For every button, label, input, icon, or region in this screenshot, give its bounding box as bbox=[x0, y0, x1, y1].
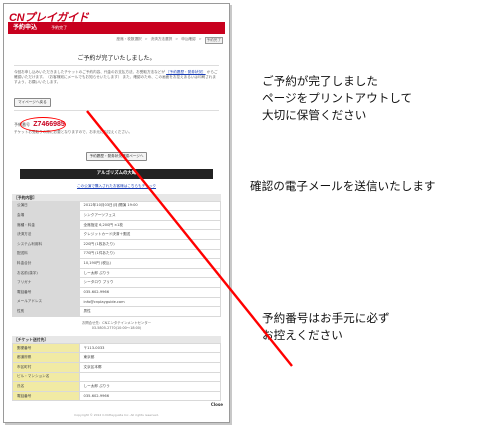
booking-row-key: 料金合計 bbox=[12, 258, 80, 269]
delivery-row: 郵便番号 〒113-0033 bbox=[12, 342, 222, 354]
annotation-line: 予約番号はお手元に必ず bbox=[262, 311, 390, 325]
annotation-print-instruction: ご予約が完了しました ページをプリントアウトして 大切に保管ください bbox=[262, 73, 412, 124]
page-title: 予約申込 bbox=[13, 24, 38, 31]
annotation-line: 大切に保管ください bbox=[262, 108, 367, 122]
delivery-row: 電話番号 035-602-9966 bbox=[12, 390, 222, 402]
step-seat: 座席・枚数選択 bbox=[116, 37, 142, 41]
event-title-bar: アルゴリズムの大晦 bbox=[20, 168, 213, 179]
delivery-row-value: 東京都 bbox=[78, 352, 222, 363]
annotation-line: 確認の電子メールを送信いたします bbox=[250, 179, 436, 193]
booking-row-value: 全席指定 6,200円 ×1枚 bbox=[78, 219, 222, 231]
booking-row-key: 席種・料金 bbox=[12, 219, 80, 231]
step-complete-current: 予約完了 bbox=[204, 37, 223, 44]
delivery-section-label: ［チケット送付先］ bbox=[12, 335, 221, 343]
delivery-row-value: 文京区本郷 bbox=[78, 361, 222, 373]
divider bbox=[14, 109, 219, 111]
annotation-line: ご予約が完了しました bbox=[262, 74, 378, 88]
intro-text-1: 今回お申し込みいただきましたチケットのご予約内容、代金のお支払方法、お受取方法な… bbox=[14, 70, 165, 74]
booking-row-key: 決済方法 bbox=[12, 229, 80, 240]
booking-row: フリガナ シータロウ プリウ bbox=[12, 277, 222, 288]
booking-row-value: info@cnplayguide.com bbox=[78, 296, 222, 308]
booking-row-value: 男性 bbox=[78, 306, 222, 317]
booking-row-key: メールアドレス bbox=[12, 296, 80, 308]
booking-row-key: フリガナ bbox=[12, 277, 80, 288]
booking-row-key: 性別 bbox=[12, 306, 80, 317]
step-breadcrumb: 座席・枚数選択 > 決済方法選択 > 申込確認 > 予約完了 bbox=[4, 34, 229, 44]
booking-row-value: 035-602-9966 bbox=[78, 286, 222, 298]
step-confirm: 申込確認 bbox=[181, 37, 196, 41]
delivery-row-value: 〒113-0033 bbox=[78, 342, 222, 354]
history-page-button[interactable]: 予約履歴・発券状況確認ページへ bbox=[85, 151, 148, 161]
delivery-details-table: 郵便番号 〒113-0033 都道府県 東京都 市区町村 文京区本郷 ビル・マンション名 氏名… bbox=[12, 342, 222, 402]
booking-section-label: ［予約内容］ bbox=[12, 193, 221, 201]
delivery-row: ビル・マンション名 bbox=[12, 371, 222, 383]
step-payment: 決済方法選択 bbox=[150, 37, 173, 41]
reservation-highlight-ellipse bbox=[20, 116, 66, 132]
intro-text: 今回お申し込みいただきましたチケットのご予約内容、代金のお支払方法、お受取方法な… bbox=[14, 70, 219, 86]
contact-info: お問合せ先：CNエンタテインメントセンター 03-5805-2770(10:00… bbox=[4, 321, 229, 331]
booking-row: 会場 シンクアーツフェス bbox=[12, 210, 222, 221]
delivery-row-key: 郵便番号 bbox=[12, 342, 80, 354]
annotation-email-notice: 確認の電子メールを送信いたします bbox=[250, 178, 436, 195]
booking-row-value: 2012年10月03日(月)開演 19:00 bbox=[78, 200, 222, 212]
header-logo-bar: CNプレイガイド bbox=[4, 4, 229, 24]
booking-row: メールアドレス info@cnplayguide.com bbox=[12, 296, 222, 308]
annotation-line: お控えください bbox=[262, 328, 343, 342]
related-events-link[interactable]: この公演で購入されたお客様はこちらもチェック bbox=[4, 184, 229, 189]
page-subtitle: 予約完了 bbox=[51, 25, 68, 30]
reservation-number-block: 予約番号 Z7466985 チケットお受取りの際に必要となりますので、お手元にお… bbox=[14, 116, 219, 161]
booking-details-table: 公演日 2012年10月03日(月)開演 19:00 会場 シンクアーツフェス 席種・料… bbox=[12, 200, 222, 317]
page-title-bar: 予約申込 予約完了 bbox=[8, 22, 225, 34]
booking-row-key: 電話番号 bbox=[12, 286, 80, 298]
delivery-row-value: 035-602-9966 bbox=[78, 390, 222, 402]
booking-row-key: お名前(漢字) bbox=[12, 267, 80, 279]
booking-row-key: システム利用料 bbox=[12, 239, 80, 250]
completion-heading: ご予約が完了いたしました。 bbox=[77, 55, 156, 62]
annotation-reservation-number: 予約番号はお手元に必ず お控えください bbox=[262, 310, 390, 344]
booking-row-value: クレジットカード決済＋郵送 bbox=[78, 229, 222, 240]
booking-row-value: シータロウ プリウ bbox=[78, 277, 222, 288]
booking-row: 電話番号 035-602-9966 bbox=[12, 286, 222, 298]
booking-row-key: 配送料 bbox=[12, 248, 80, 260]
booking-row: お名前(漢字) しー太郎 ぷりう bbox=[12, 267, 222, 279]
step-separator: > bbox=[144, 37, 148, 41]
booking-row: 料金合計 10,190円 (税込) bbox=[12, 258, 222, 269]
booking-row-value: 770円 (1件あたり) bbox=[78, 248, 222, 260]
contact-line-2: 03-5805-2770(10:00〜18:00) bbox=[91, 325, 142, 330]
booking-row: 公演日 2012年10月03日(月)開演 19:00 bbox=[12, 200, 222, 212]
delivery-row-value bbox=[78, 371, 222, 383]
copyright-text: Copyright © 2012 C.N.Playguide Inc. All … bbox=[74, 413, 159, 417]
delivery-row-value: しー太郎 ぷりう bbox=[78, 381, 222, 392]
annotation-line: ページをプリントアウトして bbox=[262, 91, 413, 105]
step-separator: > bbox=[198, 37, 202, 41]
delivery-row-key: 都道府県 bbox=[12, 352, 80, 363]
booking-row: 席種・料金 全席指定 6,200円 ×1枚 bbox=[12, 219, 222, 231]
delivery-row: 氏名 しー太郎 ぷりう bbox=[12, 381, 222, 392]
booking-row-key: 会場 bbox=[12, 210, 80, 221]
booking-row-value: シンクアーツフェス bbox=[78, 210, 222, 221]
booking-row: 決済方法 クレジットカード決済＋郵送 bbox=[12, 229, 222, 240]
booking-row-value: しー太郎 ぷりう bbox=[78, 267, 222, 279]
step-separator: > bbox=[175, 37, 179, 41]
booking-row: 配送料 770円 (1件あたり) bbox=[12, 248, 222, 260]
divider bbox=[14, 65, 219, 66]
delivery-row-key: 氏名 bbox=[12, 381, 80, 392]
delivery-row-key: 市区町村 bbox=[12, 361, 80, 373]
booking-row-value: 10,190円 (税込) bbox=[78, 258, 222, 269]
delivery-row: 市区町村 文京区本郷 bbox=[12, 361, 222, 373]
back-to-mypage-button[interactable]: マイページへ戻る bbox=[14, 97, 51, 107]
confirmation-page-screenshot: CNプレイガイド 予約申込 予約完了 座席・枚数選択 > 決済方法選択 > 申込… bbox=[3, 3, 230, 423]
booking-row: システム利用料 220円 (1枚あたり) bbox=[12, 239, 222, 250]
booking-row-key: 公演日 bbox=[12, 200, 80, 212]
close-button[interactable]: Close bbox=[211, 402, 223, 407]
booking-row: 性別 男性 bbox=[12, 306, 222, 317]
delivery-row-key: 電話番号 bbox=[12, 390, 80, 402]
booking-row-value: 220円 (1枚あたり) bbox=[78, 239, 222, 250]
history-link[interactable]: ［予約履歴・発券状況］ bbox=[166, 70, 206, 74]
delivery-row-key: ビル・マンション名 bbox=[12, 371, 80, 383]
delivery-row: 都道府県 東京都 bbox=[12, 352, 222, 363]
